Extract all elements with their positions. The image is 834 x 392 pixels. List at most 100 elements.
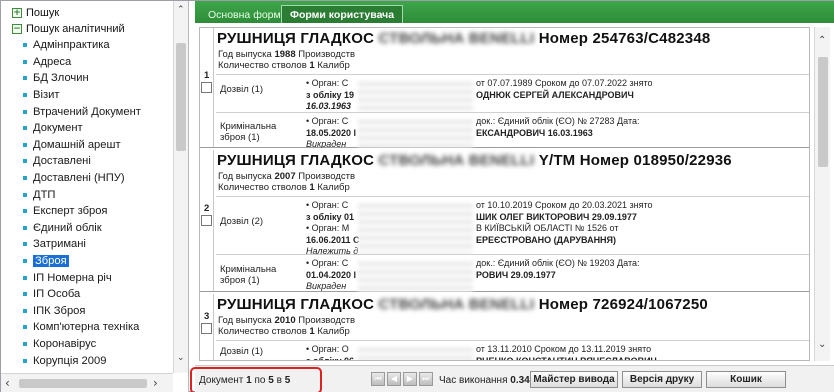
- search-tree-panel: + Пошук − Пошук аналітичний Адмінпрактик…: [1, 1, 189, 392]
- tree-item-label: Експерт зброя: [33, 205, 108, 218]
- sub-line: • Орган: О: [306, 344, 349, 354]
- sub-line: 01.04.2020 I: [306, 269, 357, 280]
- tree-item-label: Затримані: [33, 238, 86, 251]
- sub-line: 16.03.1963: [306, 101, 352, 111]
- record-number-cell: 2: [200, 150, 214, 291]
- scroll-thumb[interactable]: [19, 379, 147, 388]
- record-subsection[interactable]: Дозвіл (2) • Орган: Сз обліку 01 • Орган: …: [216, 196, 809, 254]
- output-master-button[interactable]: Майстер вивода: [530, 371, 618, 388]
- tree-root-search[interactable]: + Пошук: [1, 5, 173, 21]
- bullet-icon: [23, 242, 27, 247]
- subsection-text: • Орган: Сз обліку 19 16.03.1963 от 07.07.…: [306, 78, 807, 112]
- bullet-icon: [23, 43, 27, 48]
- tree-item[interactable]: БД Злочин: [1, 70, 173, 87]
- doc-by: по: [254, 375, 266, 386]
- records-list: 1 РУШНИЦЯ ГЛАДКОС СТВОЛЬНА BENELLI Номер …: [199, 27, 810, 361]
- cart-button[interactable]: Кошик: [706, 371, 786, 388]
- sub-line: • Орган: С: [306, 78, 349, 88]
- tree-item[interactable]: ДТП: [1, 186, 173, 203]
- tree-horizontal-scrollbar[interactable]: ‹ ›: [1, 373, 173, 392]
- redacted-text: СТВОЛЬНА BENELLI: [374, 296, 539, 313]
- weapon-record[interactable]: 2 РУШНИЦЯ ГЛАДКОС СТВОЛЬНА BENELLI Y/TM Н…: [200, 150, 809, 292]
- bullet-icon: [23, 225, 27, 230]
- scroll-thumb[interactable]: [176, 43, 186, 151]
- scroll-up-icon[interactable]: ⌃: [818, 35, 826, 46]
- scroll-right-icon[interactable]: ›: [153, 376, 158, 390]
- scroll-down-icon[interactable]: ⌄: [818, 339, 826, 350]
- tab-user-forms[interactable]: Форми користувача: [281, 5, 404, 23]
- redacted-text: СТВОЛЬНА BENELLI: [374, 30, 539, 47]
- year-value: 1988: [274, 49, 296, 60]
- tree-item[interactable]: Візит: [1, 87, 173, 104]
- tree-item[interactable]: ІПК Зброя: [1, 303, 173, 320]
- sub-line-right: от 07.07.1989 Сроком до 07.07.2022 знято: [476, 78, 653, 88]
- scroll-thumb[interactable]: [818, 57, 828, 167]
- tree-item-label: Доставлені: [33, 155, 91, 168]
- bullet-icon: [23, 142, 27, 147]
- sub-line: • Орган: С: [306, 200, 349, 210]
- tree-item[interactable]: Доставлені (НПУ): [1, 170, 173, 187]
- subsection-text: • Орган: С 01.04.2020 I Викраден док.: Єдин…: [306, 258, 807, 292]
- tree-item[interactable]: Експерт зброя: [1, 203, 173, 220]
- tree-item[interactable]: Єдиний облік: [1, 220, 173, 237]
- tree-item[interactable]: Комп'ютерна техніка: [1, 319, 173, 336]
- tree-item[interactable]: Затримані: [1, 236, 173, 253]
- prev-page-icon[interactable]: ◀: [387, 372, 401, 386]
- record-subsection[interactable]: Кримінальна зброя (1) • Орган: С 01.04.202…: [216, 254, 809, 292]
- tree-vertical-scrollbar[interactable]: ⌃ ⌄: [173, 1, 188, 373]
- redacted-block: [358, 344, 473, 360]
- tree-item[interactable]: Домашній арешт: [1, 137, 173, 154]
- barrels-value: 1: [309, 60, 315, 71]
- next-page-icon[interactable]: ▶: [403, 372, 417, 386]
- title-start: РУШНИЦЯ ГЛАДКОС: [217, 152, 375, 169]
- tree-item[interactable]: Зброя: [1, 253, 173, 270]
- tree-root-analytic-search[interactable]: − Пошук аналітичний: [1, 21, 173, 37]
- last-page-icon[interactable]: ⏭: [419, 372, 433, 386]
- tree-item[interactable]: ІП Особа: [1, 286, 173, 303]
- record-subsection[interactable]: Дозвіл (1) • Орган: Оз обліку 06 от 13.11.…: [216, 340, 809, 360]
- title-end: Номер 726924/1067250: [538, 296, 708, 313]
- record-checkbox[interactable]: [201, 82, 212, 93]
- scroll-up-icon[interactable]: ⌃: [177, 5, 185, 15]
- collapse-icon[interactable]: −: [12, 24, 22, 34]
- bullet-icon: [23, 209, 27, 214]
- sub-line: з обліку 19: [306, 89, 355, 100]
- tree-item-label: ІП Номерна річ: [33, 271, 112, 284]
- tree-item[interactable]: Адреса: [1, 54, 173, 71]
- sub-line: Належить д: [306, 246, 359, 254]
- weapon-record[interactable]: 3 РУШНИЦЯ ГЛАДКОС СТВОЛЬНА BENELLI Номер …: [200, 294, 809, 360]
- record-title: РУШНИЦЯ ГЛАДКОС СТВОЛЬНА BENELLI Номер 7…: [217, 296, 708, 313]
- bullet-icon: [23, 126, 27, 131]
- tree-root-label: Пошук: [26, 7, 60, 19]
- record-subsection[interactable]: Кримінальна зброя (1) • Орган: С 18.05.202…: [216, 112, 809, 148]
- bullet-icon: [23, 109, 27, 114]
- subsection-text: • Орган: Сз обліку 01 • Орган: М 16.06.201…: [306, 200, 807, 254]
- tree-item[interactable]: Документ: [1, 120, 173, 137]
- scroll-left-icon[interactable]: ‹: [5, 376, 10, 390]
- caliber-label: Калибр: [317, 60, 350, 71]
- sub-line-right: от 13.11.2010 Сроком до 13.11.2019 знято: [476, 344, 652, 354]
- records-vertical-scrollbar[interactable]: ⌃ ⌄: [814, 27, 830, 361]
- redacted-block: [358, 200, 473, 254]
- weapon-record[interactable]: 1 РУШНИЦЯ ГЛАДКОС СТВОЛЬНА BENELLI Номер …: [200, 28, 809, 148]
- tree-item-label: Корупція 2009: [33, 354, 107, 367]
- tree-item[interactable]: ІП Номерна річ: [1, 269, 173, 286]
- record-checkbox[interactable]: [201, 215, 212, 226]
- record-subsection[interactable]: Дозвіл (1) • Орган: Сз обліку 19 16.03.196…: [216, 74, 809, 112]
- record-checkbox[interactable]: [201, 323, 212, 334]
- bullet-icon: [23, 93, 27, 98]
- scroll-down-icon[interactable]: ⌄: [177, 353, 185, 363]
- tree-item[interactable]: Доставлені: [1, 153, 173, 170]
- tree-item[interactable]: Коронавірус: [1, 336, 173, 353]
- expand-icon[interactable]: +: [12, 8, 22, 18]
- sub-line-right: док.: Єдиний облік (ЄО) № 27283 Дата:: [476, 116, 640, 126]
- results-panel: Основна форма Форми користувача 1 РУШНИЦЯ…: [190, 1, 834, 392]
- tree-item[interactable]: Втрачений Документ: [1, 103, 173, 120]
- tree-item[interactable]: Адмінпрактика: [1, 37, 173, 54]
- sub-line: з обліку 01: [306, 211, 355, 222]
- tree-item[interactable]: Корупція 2009: [1, 352, 173, 369]
- first-page-icon[interactable]: ⏮: [371, 372, 385, 386]
- print-version-button[interactable]: Версія друку: [622, 371, 702, 388]
- year-label: Год выпуска: [218, 315, 272, 326]
- tree-item[interactable]: Корупція 2011: [1, 369, 173, 371]
